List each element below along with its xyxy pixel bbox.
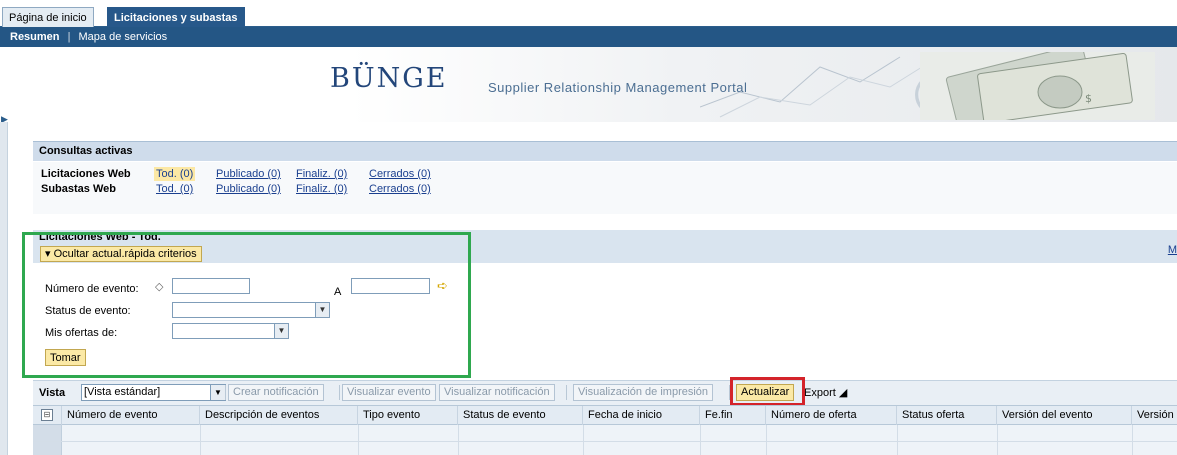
show-notification-button[interactable]: Visualizar notificación [439,384,555,401]
show-event-button[interactable]: Visualizar evento [342,384,436,401]
dropdown-arrow-icon: ▾ [45,248,54,260]
my-bids-select[interactable]: ▼ [172,323,289,339]
column-divider [1132,442,1133,455]
column-header[interactable]: Fecha de inicio [583,406,700,425]
column-divider [200,442,201,455]
column-header[interactable]: Versión [1132,406,1177,425]
event-status-select[interactable]: ▼ [172,302,330,318]
take-button[interactable]: Tomar [45,349,86,366]
select-all-icon[interactable]: ⊟ [41,409,53,421]
table-row[interactable] [33,442,1177,455]
query-row-label: Subastas Web [41,183,116,195]
query-link-all[interactable]: Tod. (0) [154,167,196,181]
table-header: ⊟ Número de evento Descripción de evento… [33,405,1177,425]
view-select-value: [Vista estándar] [84,386,161,398]
column-header[interactable]: Descripción de eventos [200,406,358,425]
toggle-criteria-button[interactable]: ▾ Ocultar actual.rápida criterios [40,246,202,262]
query-row-label: Licitaciones Web [41,168,131,180]
row-selector[interactable] [33,425,62,441]
column-divider [583,425,584,441]
tab-strip: Página de inicio Licitaciones y subastas [0,0,1177,27]
column-header[interactable]: Fe.fin [700,406,766,425]
dropdown-arrow-icon[interactable]: ▼ [274,324,288,338]
event-number-from-input[interactable] [172,278,250,294]
event-number-label: Número de evento: [45,283,139,295]
column-divider [997,425,998,441]
column-divider [458,425,459,441]
column-header[interactable]: Número de evento [62,406,200,425]
create-notification-button[interactable]: Crear notificación [228,384,324,401]
event-status-label: Status de evento: [45,305,131,317]
sub-navigation: Resumen | Mapa de servicios [0,27,1177,47]
active-queries-header: Consultas activas [33,141,1177,161]
subnav-separator: | [67,31,71,43]
table-toolbar: Vista [Vista estándar] ▼ Crear notificac… [33,380,1177,405]
export-label: Export [804,387,836,399]
subnav-summary[interactable]: Resumen [10,31,60,43]
query-link-closed[interactable]: Cerrados (0) [369,182,431,196]
column-divider [1132,425,1133,441]
column-divider [766,425,767,441]
subnav-service-map[interactable]: Mapa de servicios [79,31,168,43]
arrow-right-icon[interactable]: ➪ [437,278,448,294]
column-divider [358,425,359,441]
dropdown-arrow-icon[interactable]: ▼ [315,303,329,317]
toggle-criteria-label: Ocultar actual.rápida criterios [53,248,197,260]
column-divider [897,425,898,441]
row-selector[interactable] [33,442,62,455]
my-bids-label: Mis ofertas de: [45,327,118,339]
table-row[interactable] [33,425,1177,442]
export-menu[interactable]: Export ◢ [804,386,847,399]
view-label: Vista [39,387,66,399]
list-section-header: Licitaciones Web - Tod. M [33,230,1177,263]
export-arrow-icon: ◢ [838,387,848,399]
event-number-to-input[interactable] [351,278,430,294]
query-link-finished[interactable]: Finaliz. (0) [296,182,347,196]
column-divider [358,442,359,455]
column-header[interactable]: Versión del evento [997,406,1132,425]
column-divider [897,442,898,455]
refresh-button[interactable]: Actualizar [736,384,795,401]
column-header[interactable]: Tipo evento [358,406,458,425]
query-link-published[interactable]: Publicado (0) [216,167,281,181]
print-view-button[interactable]: Visualización de impresión [573,384,714,401]
header-banner: @ $ BÜNGE Supplier Relationship Manageme… [0,47,1177,122]
column-divider [700,425,701,441]
list-title: Licitaciones Web - Tod. [39,231,161,243]
query-link-all[interactable]: Tod. (0) [156,182,193,196]
range-to-label: A [334,286,342,298]
toolbar-separator [729,385,730,400]
column-divider [583,442,584,455]
portal-title: Supplier Relationship Management Portal [488,80,748,95]
tab-home[interactable]: Página de inicio [2,7,94,27]
dropdown-arrow-icon[interactable]: ▼ [210,384,226,401]
left-collapse-bar[interactable] [0,122,8,455]
column-header[interactable]: Status oferta [897,406,997,425]
column-header[interactable]: Número de oferta [766,406,897,425]
active-queries-panel: Licitaciones Web Tod. (0) Publicado (0) … [33,162,1177,214]
toolbar-separator [566,385,567,400]
svg-text:$: $ [1085,92,1092,105]
column-header[interactable]: Status de evento [458,406,583,425]
bunge-logo: BÜNGE [330,63,448,94]
view-select[interactable]: [Vista estándar] ▼ [81,384,226,401]
column-divider [700,442,701,455]
tab-bids-auctions[interactable]: Licitaciones y subastas [107,7,245,27]
right-edge-link[interactable]: M [1168,244,1177,256]
query-link-published[interactable]: Publicado (0) [216,182,281,196]
column-divider [997,442,998,455]
diamond-icon[interactable]: ◇ [155,280,163,293]
money-image: $ [920,52,1155,120]
toolbar-separator [339,385,340,400]
column-divider [766,442,767,455]
toolbar-separator [225,385,226,400]
select-all-cell[interactable]: ⊟ [33,406,62,425]
query-link-closed[interactable]: Cerrados (0) [369,167,431,181]
column-divider [200,425,201,441]
column-divider [458,442,459,455]
query-link-finished[interactable]: Finaliz. (0) [296,167,347,181]
